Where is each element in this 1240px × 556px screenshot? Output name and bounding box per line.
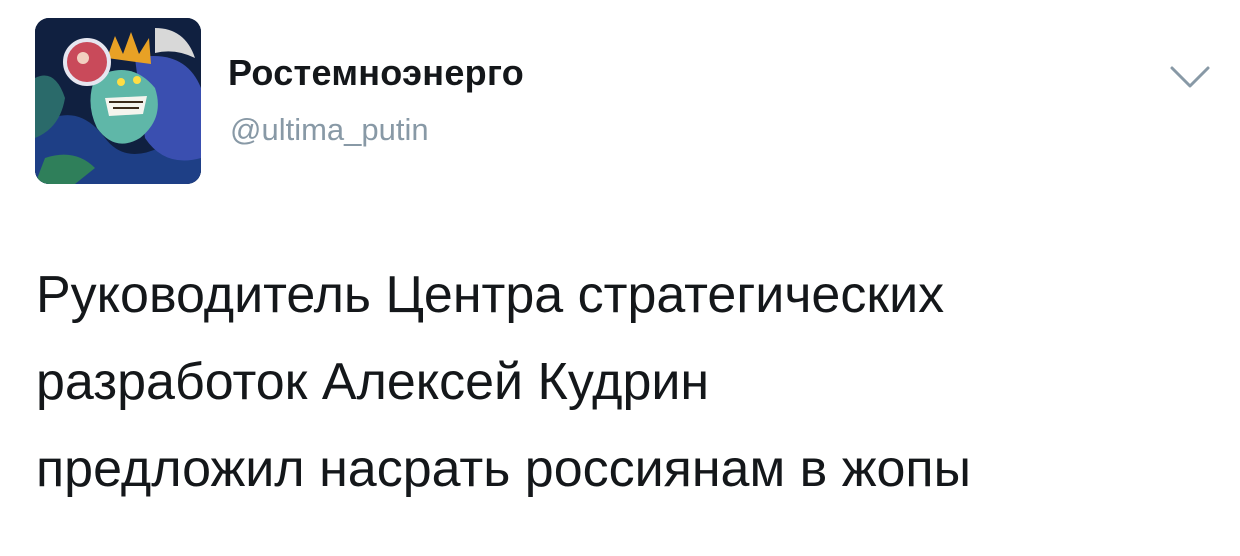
tweet-text: Руководитель Центра стратегических разра… bbox=[36, 252, 1226, 513]
avatar-illustration bbox=[35, 18, 201, 184]
display-name[interactable]: Ростемноэнерго bbox=[228, 52, 524, 94]
tweet-text-line: разработок Алексей Кудрин bbox=[36, 353, 710, 411]
chevron-down-icon bbox=[1170, 66, 1210, 88]
avatar[interactable] bbox=[35, 18, 201, 184]
tweet-text-line: Руководитель Центра стратегических bbox=[36, 266, 945, 324]
tweet-menu-button[interactable] bbox=[1168, 60, 1212, 94]
tweet-card: Ростемноэнерго @ultima_putin Руководител… bbox=[0, 0, 1240, 556]
tweet-text-line: предложил насрать россиянам в жопы bbox=[36, 440, 971, 498]
username-handle[interactable]: @ultima_putin bbox=[230, 112, 429, 148]
